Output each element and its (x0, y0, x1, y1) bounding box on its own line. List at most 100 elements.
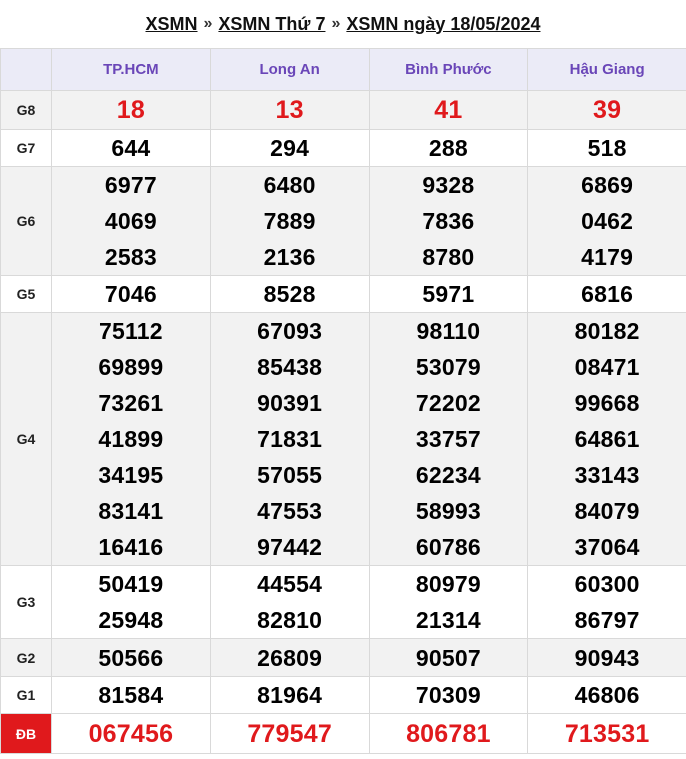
result-number: 84079 (574, 498, 640, 524)
result-number: 62234 (415, 462, 481, 488)
result-cell-long-an: 26809 (209, 638, 370, 677)
result-number: 26809 (257, 644, 323, 671)
result-number: 806781 (406, 719, 491, 748)
result-number: 70309 (415, 682, 481, 708)
result-number: 08471 (574, 354, 640, 380)
result-number: 39 (593, 95, 622, 124)
result-cell-tphcm: 81584 (51, 676, 211, 714)
results-table: TP.HCM Long An Bình Phước Hậu Giang G8 18… (0, 48, 686, 754)
result-cell-long-an: 779547 (209, 713, 370, 754)
result-number: 21314 (415, 607, 481, 633)
result-number: 90391 (257, 390, 323, 416)
prize-row-g5: G5 7046 8528 5971 6816 (0, 275, 686, 313)
result-number: 50566 (98, 644, 164, 671)
result-cell-tphcm: 6977 4069 2583 (51, 166, 211, 276)
result-number: 41899 (98, 426, 164, 452)
prize-row-g4: G4 75112 69899 73261 41899 34195 83141 16416 670… (0, 312, 686, 566)
result-cell-hau-giang: 6869 0462 4179 (527, 166, 686, 276)
result-number: 2583 (104, 244, 157, 270)
result-number: 779547 (247, 719, 332, 748)
result-number: 47553 (257, 498, 323, 524)
result-cell-hau-giang: 80182 08471 99668 64861 33143 84079 37064 (527, 312, 686, 566)
result-number: 72202 (415, 390, 481, 416)
result-cell-tphcm: 75112 69899 73261 41899 34195 83141 16416 (51, 312, 211, 566)
result-number: 7046 (104, 281, 157, 307)
breadcrumb-link-xsmn-date[interactable]: XSMN ngày 18/05/2024 (346, 14, 540, 35)
result-number: 57055 (257, 462, 323, 488)
prize-row-g6: G6 6977 4069 2583 6480 7889 2136 9328 7836 8780 68… (0, 166, 686, 276)
prize-label: G1 (0, 676, 52, 714)
result-number: 41 (434, 95, 463, 124)
result-number: 288 (428, 135, 468, 161)
result-cell-hau-giang: 90943 (527, 638, 686, 677)
result-number: 6480 (263, 172, 316, 198)
province-header-hau-giang[interactable]: Hậu Giang (527, 48, 686, 91)
result-cell-tphcm: 067456 (51, 713, 211, 754)
result-number: 8528 (263, 281, 316, 307)
result-number: 64861 (574, 426, 640, 452)
prize-row-db: ĐB 067456 779547 806781 713531 (0, 713, 686, 754)
result-number: 67093 (257, 318, 323, 344)
result-number: 067456 (88, 719, 174, 748)
province-header-tphcm[interactable]: TP.HCM (51, 48, 211, 91)
province-header-binh-phuoc[interactable]: Bình Phước (368, 48, 529, 91)
result-cell-long-an: 6480 7889 2136 (209, 166, 370, 276)
result-number: 58993 (415, 498, 481, 524)
result-cell-hau-giang: 6816 (527, 275, 686, 313)
breadcrumb-separator: » (203, 15, 213, 32)
result-cell-binh-phuoc: 806781 (368, 713, 529, 754)
result-number: 5971 (422, 281, 475, 307)
prize-row-g3: G3 50419 25948 44554 82810 80979 21314 60300 867… (0, 565, 686, 639)
prize-row-g7: G7 644 294 288 518 (0, 129, 686, 167)
result-number: 713531 (564, 719, 650, 748)
prize-row-g1: G1 81584 81964 70309 46806 (0, 676, 686, 714)
result-number: 6977 (104, 172, 157, 198)
result-number: 6869 (581, 172, 634, 198)
result-number: 50419 (98, 571, 164, 597)
prize-table-body: G8 18 13 41 39 G7 644 294 288 518 G6 6977 4069 2583 64… (0, 90, 686, 754)
result-number: 90943 (574, 644, 640, 671)
result-number: 86797 (574, 607, 640, 633)
result-cell-binh-phuoc: 70309 (368, 676, 529, 714)
result-number: 4069 (104, 208, 157, 234)
result-cell-tphcm: 7046 (51, 275, 211, 313)
result-number: 18 (116, 95, 145, 124)
prize-label: G3 (0, 565, 52, 639)
result-number: 7836 (422, 208, 475, 234)
result-number: 97442 (257, 534, 323, 560)
result-number: 2136 (263, 244, 316, 270)
breadcrumb-link-xsmn-thu-7[interactable]: XSMN Thứ 7 (218, 14, 325, 35)
breadcrumb-link-xsmn[interactable]: XSMN (146, 14, 198, 35)
result-number: 4179 (581, 244, 634, 270)
result-cell-long-an: 294 (209, 129, 370, 167)
result-cell-long-an: 67093 85438 90391 71831 57055 47553 97442 (209, 312, 370, 566)
result-cell-long-an: 44554 82810 (209, 565, 370, 639)
prize-label: G6 (0, 166, 52, 276)
result-cell-binh-phuoc: 41 (368, 90, 529, 130)
result-cell-long-an: 13 (209, 90, 370, 130)
result-number: 7889 (263, 208, 316, 234)
prize-label: G4 (0, 312, 52, 566)
prize-row-g2: G2 50566 26809 90507 90943 (0, 638, 686, 677)
result-cell-hau-giang: 46806 (527, 676, 686, 714)
breadcrumb-separator: » (331, 15, 341, 32)
result-number: 90507 (415, 644, 481, 671)
result-number: 80182 (574, 318, 640, 344)
result-cell-binh-phuoc: 90507 (368, 638, 529, 677)
province-header-long-an[interactable]: Long An (209, 48, 370, 91)
result-cell-binh-phuoc: 288 (368, 129, 529, 167)
province-header-row: TP.HCM Long An Bình Phước Hậu Giang (0, 48, 686, 91)
breadcrumb: XSMN » XSMN Thứ 7 » XSMN ngày 18/05/2024 (0, 0, 686, 48)
result-cell-long-an: 8528 (209, 275, 370, 313)
prize-label: G7 (0, 129, 52, 167)
result-number: 80979 (415, 571, 481, 597)
result-cell-hau-giang: 39 (527, 90, 686, 130)
result-number: 33143 (574, 462, 640, 488)
result-number: 0462 (581, 208, 634, 234)
result-cell-binh-phuoc: 98110 53079 72202 33757 62234 58993 60786 (368, 312, 529, 566)
prize-row-g8: G8 18 13 41 39 (0, 90, 686, 130)
result-cell-binh-phuoc: 5971 (368, 275, 529, 313)
result-number: 37064 (574, 534, 640, 560)
result-number: 73261 (98, 390, 164, 416)
result-cell-tphcm: 50566 (51, 638, 211, 677)
